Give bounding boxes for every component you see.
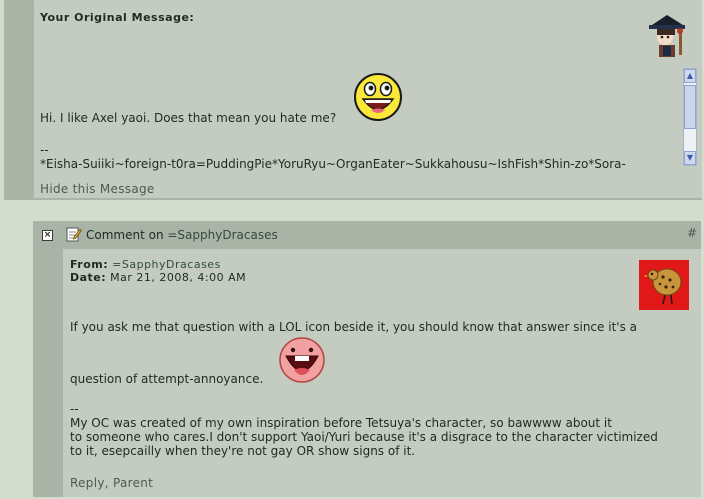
comment-panel: × Comment on =SapphyDracases # From: =Sa… [33, 221, 701, 497]
comment-meta: From: =SapphyDracases Date: Mar 21, 2008… [70, 258, 246, 284]
lol-face-icon [279, 337, 325, 383]
comment-header-user[interactable]: =SapphyDracases [167, 228, 277, 242]
comment-signature: -- My OC was created of my own inspirati… [70, 402, 700, 458]
date-label: Date: [70, 271, 107, 284]
original-signature: -- *Eisha-Suiiki~foreign-t0ra=PuddingPie… [40, 143, 680, 171]
scroll-down-button[interactable]: ▼ [684, 151, 696, 165]
awesome-face-icon [354, 73, 402, 121]
action-separator: , [104, 476, 113, 490]
close-icon[interactable]: × [42, 230, 53, 241]
comment-header-bar: × Comment on =SapphyDracases # [33, 221, 701, 249]
original-message-title: Your Original Message: [40, 11, 195, 24]
comment-text-line2: question of attempt-annoyance. [70, 372, 264, 386]
scroll-up-button[interactable]: ▲ [684, 69, 696, 83]
cookie-bird-avatar-icon[interactable] [639, 260, 689, 310]
message-scrollbar[interactable]: ▲ ▼ [683, 68, 697, 166]
reply-link[interactable]: Reply [70, 476, 105, 490]
comment-header-prefix: Comment on [86, 228, 168, 242]
date-value: Mar 21, 2008, 4:00 AM [110, 271, 247, 284]
comment-signature-line1: My OC was created of my own inspiration … [70, 416, 612, 430]
comment-actions: Reply, Parent [70, 476, 153, 490]
from-label: From: [70, 258, 109, 271]
edit-icon [66, 227, 82, 242]
comment-signature-line3: to it, esepcailly when they're not gay O… [70, 444, 416, 458]
scroll-thumb[interactable] [684, 85, 696, 129]
hide-message-link[interactable]: Hide this Message [40, 182, 155, 196]
signature-separator: -- [40, 143, 49, 157]
comment-header: Comment on =SapphyDracases [86, 228, 278, 242]
from-user-link[interactable]: =SapphyDracases [112, 258, 221, 271]
permalink-hash[interactable]: # [687, 226, 697, 240]
signature-text: *Eisha-Suiiki~foreign-t0ra=PuddingPie*Yo… [40, 157, 626, 171]
parent-link[interactable]: Parent [113, 476, 153, 490]
comment-signature-line2: to someone who cares.I don't support Yao… [70, 430, 658, 444]
original-message-text: Hi. I like Axel yaoi. Does that mean you… [40, 111, 337, 125]
comment-signature-separator: -- [70, 402, 79, 416]
comment-text-line1: If you ask me that question with a LOL i… [70, 320, 637, 334]
witch-avatar-icon[interactable] [643, 13, 691, 61]
